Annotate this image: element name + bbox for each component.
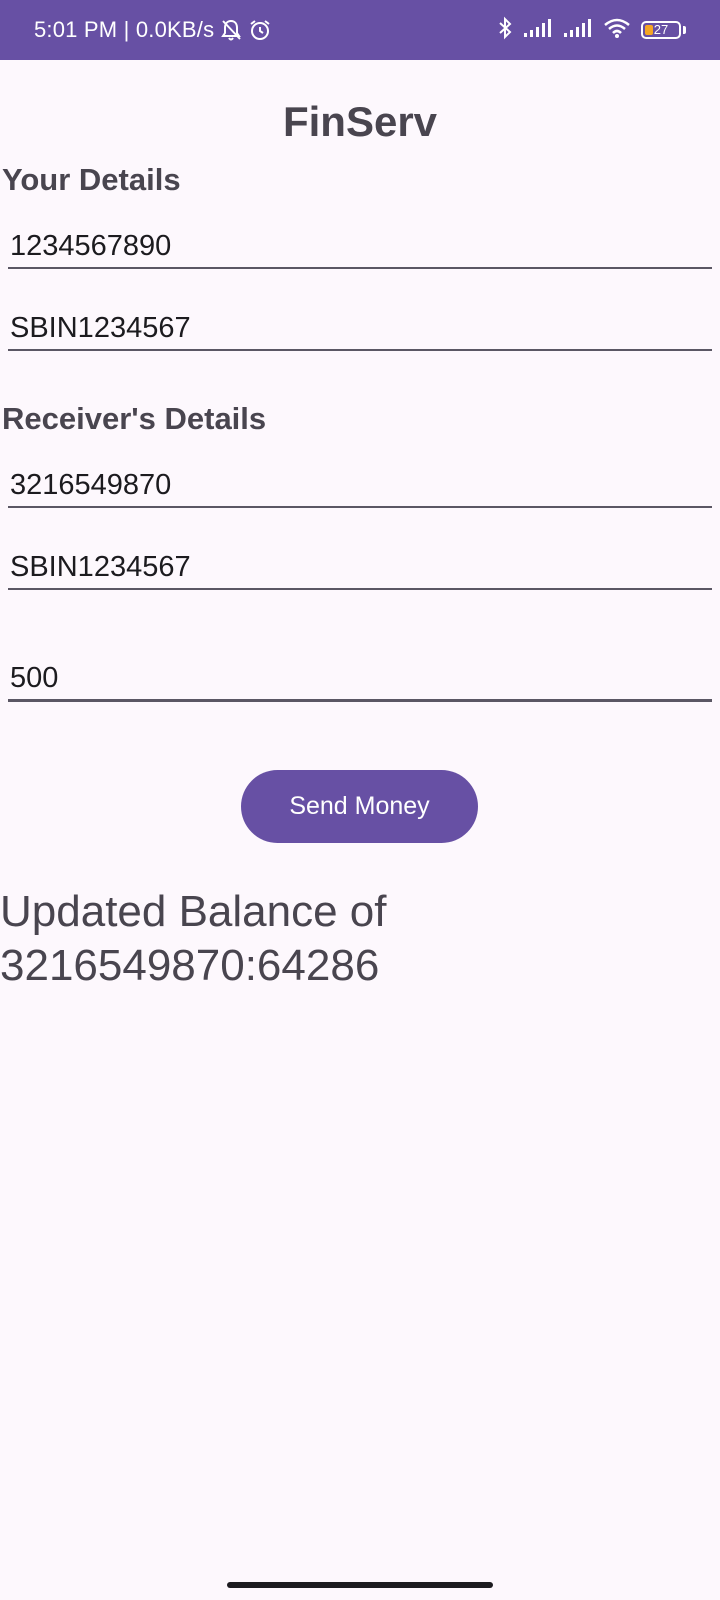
status-time-speed: 5:01 PM | 0.0KB/s bbox=[34, 17, 215, 42]
home-indicator[interactable] bbox=[227, 1582, 493, 1588]
bluetooth-icon bbox=[497, 16, 513, 45]
receiver-details-heading: Receiver's Details bbox=[2, 401, 267, 436]
updated-balance-text: Updated Balance of 3216549870:64286 bbox=[0, 887, 387, 990]
send-money-button[interactable]: Send Money bbox=[241, 770, 478, 843]
bell-off-icon bbox=[220, 18, 242, 42]
status-left: 5:01 PM | 0.0KB/s bbox=[34, 17, 272, 43]
battery-icon: 27 bbox=[641, 21, 686, 39]
battery-level: 27 bbox=[653, 22, 669, 37]
status-right: 27 bbox=[497, 16, 686, 45]
your-account-field[interactable] bbox=[8, 225, 712, 269]
amount-field[interactable] bbox=[8, 658, 712, 702]
receiver-account-field[interactable] bbox=[8, 464, 712, 508]
alarm-icon bbox=[248, 18, 272, 42]
status-bar: 5:01 PM | 0.0KB/s 27 bbox=[0, 0, 720, 60]
your-details-heading: Your Details bbox=[2, 162, 181, 197]
signal-icon bbox=[523, 18, 553, 43]
signal-icon bbox=[563, 18, 593, 43]
wifi-icon bbox=[603, 17, 631, 44]
receiver-ifsc-field[interactable] bbox=[8, 546, 712, 590]
your-ifsc-field[interactable] bbox=[8, 307, 712, 351]
app-title: FinServ bbox=[282, 98, 438, 145]
